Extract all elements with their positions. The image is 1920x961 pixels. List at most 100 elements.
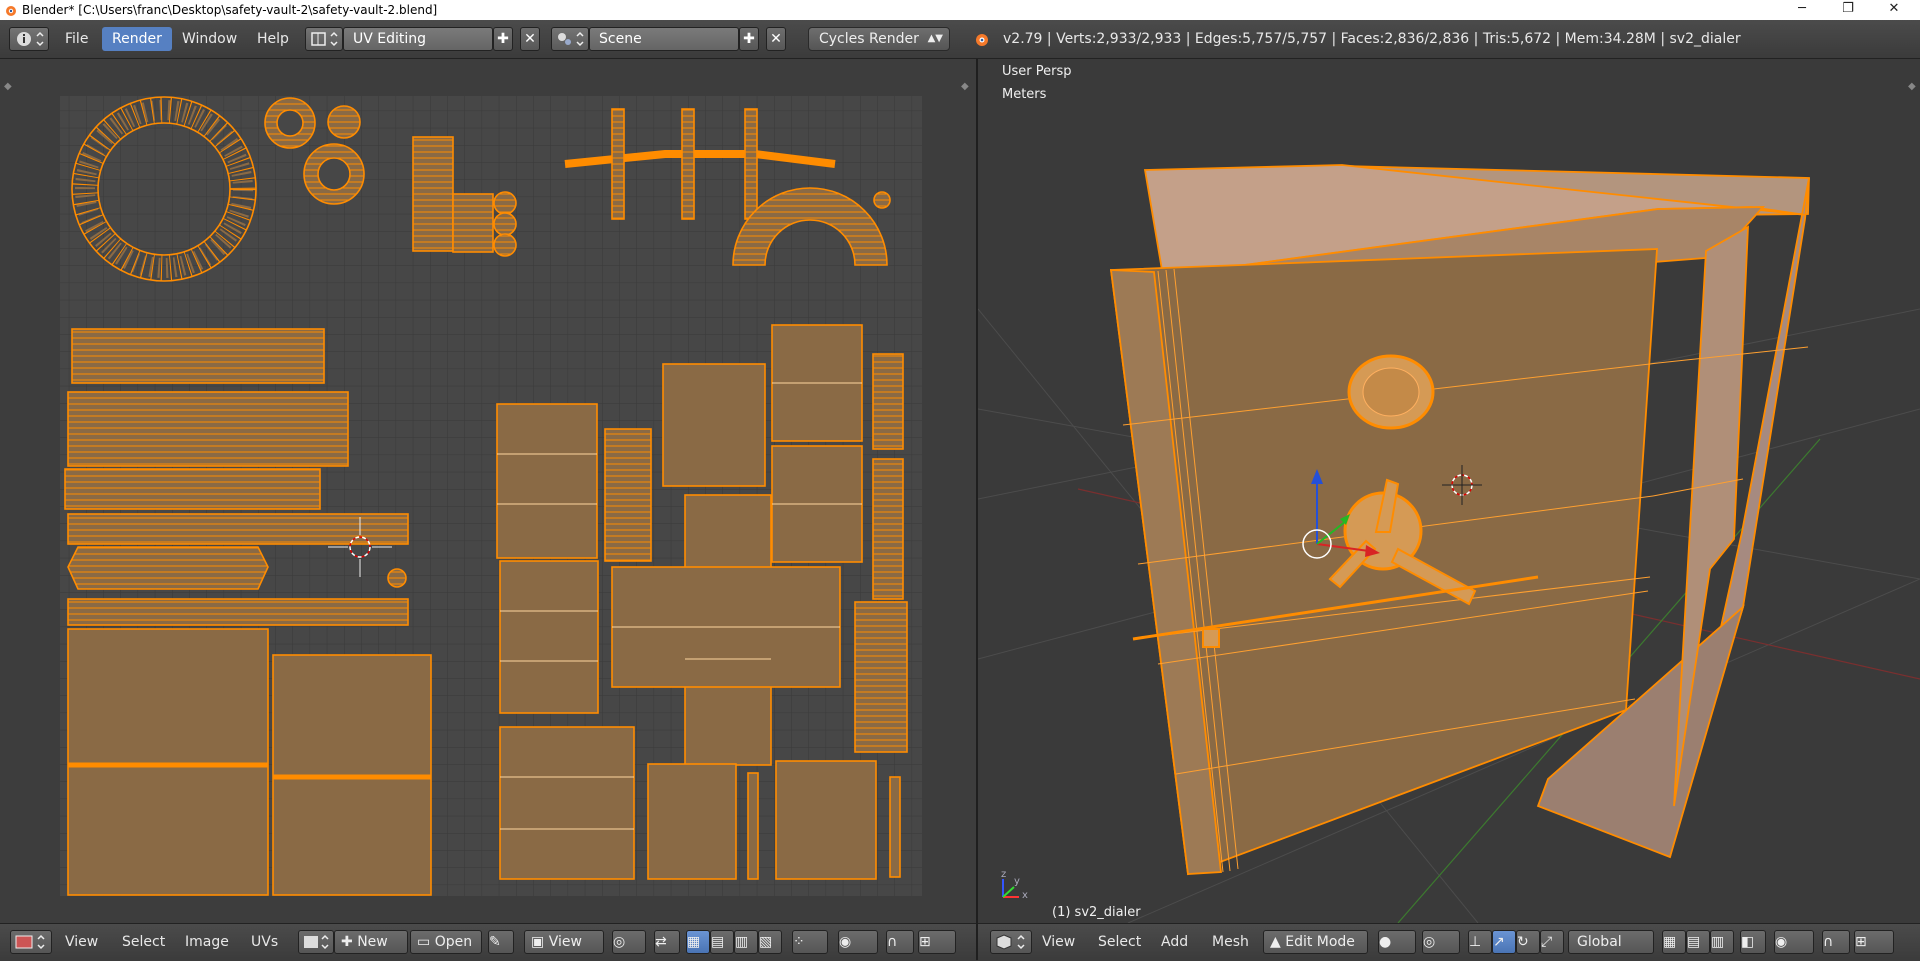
translate-manipulator-button[interactable]: ↗ [1492,930,1516,954]
unit-label: Meters [1002,87,1047,102]
snap-target-selector[interactable]: ⊞ [1854,930,1894,954]
select-menu[interactable]: Select [122,930,165,954]
scale-icon: ⤢ [1541,934,1553,950]
magnet-icon: ∩ [887,934,898,950]
snap-toggle[interactable]: ∩ [886,930,914,954]
active-object-label: (1) sv2_dialer [1052,905,1141,920]
open-image-button[interactable]: ▭ Open [410,930,482,954]
image-menu[interactable]: Image [185,930,229,954]
mesh-menu[interactable]: Mesh [1212,930,1249,954]
scene-selector[interactable] [551,27,589,51]
3d-viewport[interactable]: ◆ User Persp Meters z y x (1) sv2_dialer [978,59,1920,923]
edge-select-button[interactable]: ▤ [1686,930,1710,954]
new-image-button[interactable]: ✚ New [334,930,408,954]
pivot-selector[interactable]: ◎ [612,930,646,954]
mode-label: Edit Mode [1285,934,1355,950]
edit-mode-icon: ▲ [1270,934,1286,950]
sticky-mode-selector[interactable]: ⁘ [792,930,828,954]
snap-toggle[interactable]: ∩ [1822,930,1850,954]
orientation-label: Global [1577,934,1622,950]
scene-statistics: v2.79 | Verts:2,933/2,933 | Edges:5,757/… [1003,31,1741,47]
add-scene-button[interactable]: ✚ [739,27,759,51]
scale-manipulator-button[interactable]: ⤢ [1540,930,1564,954]
view-menu[interactable]: View [1042,930,1075,954]
3d-view-icon [996,934,1025,950]
solid-shading-icon: ● [1379,934,1392,950]
occlude-geometry-button[interactable]: ◧ [1740,930,1766,954]
uv-editor[interactable]: ◆ ◆ [0,59,976,923]
region-expand-icon[interactable]: ◆ [1908,81,1916,92]
delete-scene-button[interactable]: ✕ [766,27,786,51]
restore-button[interactable]: ❐ [1826,0,1870,20]
folder-icon: ▭ [417,934,435,950]
window-menu[interactable]: Window [172,27,247,51]
render-menu[interactable]: Render [102,27,172,51]
view-menu[interactable]: View [65,930,98,954]
proportional-edit-icon: ◉ [1775,934,1788,950]
vertex-select-button[interactable]: ▦ [1662,930,1686,954]
pivot-icon: ◎ [1423,934,1436,950]
edge-select-button[interactable]: ▤ [710,930,734,954]
pivot-icon: ◎ [613,934,626,950]
shading-selector[interactable]: ● [1378,930,1416,954]
file-menu[interactable]: File [55,27,98,51]
mode-selector[interactable]: ▲ Edit Mode [1263,930,1368,954]
pin-button[interactable]: ✎ [488,930,514,954]
close-icon: ✕ [770,31,782,47]
scene-field[interactable]: Scene [589,27,739,51]
magnet-icon: ∩ [1823,934,1834,950]
proportional-edit-selector[interactable]: ◉ [1774,930,1814,954]
uv-view-selector[interactable]: ▣ View [524,930,604,954]
island-select-button[interactable]: ▧ [758,930,782,954]
face-select-button[interactable]: ▥ [1710,930,1734,954]
rotate-icon: ↻ [1517,934,1529,950]
screen-layout-field[interactable]: UV Editing [343,27,493,51]
uvs-menu[interactable]: UVs [251,930,278,954]
face-select-button[interactable]: ▥ [734,930,758,954]
image-browse-button[interactable] [298,930,334,954]
view-name: User Persp [1002,64,1072,79]
vertex-select-button[interactable]: ▦ [686,930,710,954]
editor-type-selector[interactable] [990,930,1032,954]
viewport-canvas[interactable]: ◆ [978,59,1920,923]
add-menu[interactable]: Add [1161,930,1188,954]
snap-target-icon: ⊞ [1855,934,1867,950]
sync-selection-button[interactable]: ⇄ [654,930,680,954]
screen-layout-selector[interactable] [305,27,343,51]
rotate-manipulator-button[interactable]: ↻ [1516,930,1540,954]
blender-logo-icon [976,34,988,46]
layout-icon [311,31,338,47]
minimize-button[interactable]: ─ [1780,0,1824,20]
region-expand-icon[interactable]: ◆ [4,81,12,92]
render-engine-selector[interactable]: Cycles Render ▲▼ [808,27,950,51]
face-select-icon: ▥ [735,934,749,950]
occlude-icon: ◧ [1741,934,1755,950]
axis-z-label: z [1001,869,1007,880]
axis-x-label: x [1022,890,1028,901]
editor-type-selector[interactable] [10,930,52,954]
close-icon: ✕ [524,31,536,47]
editor-type-selector[interactable] [9,27,49,51]
select-menu[interactable]: Select [1098,930,1141,954]
sync-icon: ⇄ [655,934,667,950]
snap-target-selector[interactable]: ⊞ [918,930,956,954]
delete-layout-button[interactable]: ✕ [520,27,540,51]
close-window-button[interactable]: ✕ [1872,0,1916,20]
proportional-edit-selector[interactable]: ◉ [838,930,878,954]
3d-view-header: View Select Add Mesh ▲ Edit Mode ● ◎ ⊥ ↗… [978,923,1920,961]
pivot-selector[interactable]: ◎ [1422,930,1460,954]
info-icon [17,31,44,47]
region-expand-icon[interactable]: ◆ [961,81,969,92]
manipulator-toggle[interactable]: ⊥ [1468,930,1492,954]
scene-icon [558,31,584,47]
snap-target-icon: ⊞ [919,934,931,950]
blender-logo-icon [6,6,16,16]
orientation-selector[interactable]: Global [1568,930,1654,954]
axis-y-label: y [1014,876,1020,887]
plus-icon: ✚ [341,934,358,950]
uv-canvas[interactable]: ◆ ◆ [0,59,976,923]
help-menu[interactable]: Help [247,27,299,51]
face-select-icon: ▥ [1711,934,1725,950]
add-layout-button[interactable]: ✚ [493,27,513,51]
view-icon: ▣ [531,934,549,950]
